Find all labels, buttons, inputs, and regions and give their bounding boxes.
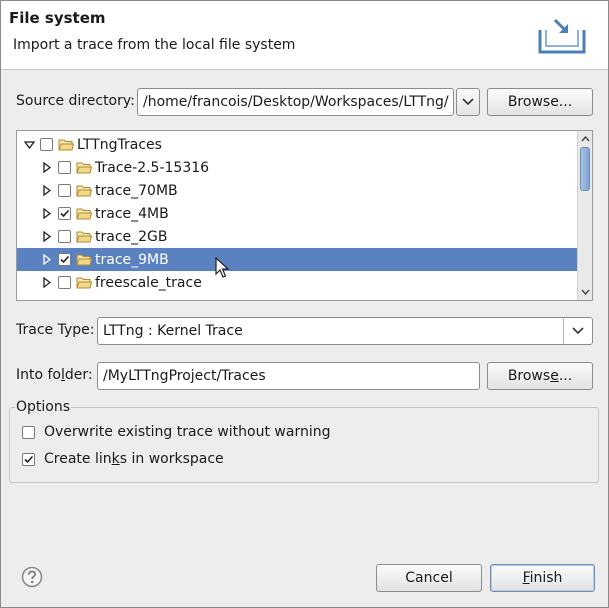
tree-scrollbar[interactable] [577,131,592,300]
scroll-down-icon[interactable] [578,285,592,299]
tree-item-label: freescale_trace [95,274,202,291]
trace-type-dropdown[interactable] [563,318,592,344]
folder-icon [76,230,93,243]
tree-item[interactable]: trace_4MB [17,202,577,225]
create-links-checkbox[interactable] [22,452,35,466]
tree-item-label: LTTngTraces [77,136,162,153]
folder-icon [58,138,75,151]
tree-item[interactable]: trace_2GB [17,225,577,248]
folder-browse-button[interactable]: Browse... [487,362,593,390]
help-icon[interactable] [21,566,43,588]
folder-icon [76,184,93,197]
options-title: Options [15,399,72,415]
tree-item-checkbox[interactable] [58,184,71,197]
create-links-label: Create links in workspace [44,451,224,467]
tree-item[interactable]: Trace-2.5-15316 [17,156,577,179]
trace-tree[interactable]: LTTngTraces Trace-2.5-15316 trace_70MBtrac… [16,130,593,301]
trace-type-value: LTTng : Kernel Trace [103,323,243,339]
scrollbar-thumb[interactable] [580,147,590,191]
tree-item-checkbox[interactable] [58,207,71,220]
overwrite-label: Overwrite existing trace without warning [44,424,331,440]
collapsed-arrow-icon[interactable] [41,208,53,220]
finish-label: Finish [522,570,563,586]
tree-item-checkbox[interactable] [58,161,71,174]
scroll-up-icon[interactable] [578,132,592,146]
tree-item-label: trace_70MB [95,182,178,199]
tree-item-label: Trace-2.5-15316 [95,159,210,176]
cancel-button[interactable]: Cancel [376,564,482,592]
into-folder-input[interactable]: /MyLTTngProject/Traces [97,362,480,390]
source-directory-input[interactable]: /home/francois/Desktop/Workspaces/LTTng/ [137,88,454,116]
trace-type-label: Trace Type: [16,322,95,338]
wizard-header: File system Import a trace from the loca… [1,1,608,70]
tree-item[interactable]: trace_9MB [17,248,577,271]
trace-type-select[interactable]: LTTng : Kernel Trace [97,317,593,345]
chevron-down-icon [462,98,474,106]
create-links-option[interactable]: Create links in workspace [22,451,224,467]
page-title: File system [9,9,106,27]
tree-item-label: trace_2GB [95,228,168,245]
tree-item-checkbox[interactable] [58,230,71,243]
collapsed-arrow-icon[interactable] [41,254,53,266]
collapsed-arrow-icon[interactable] [41,277,53,289]
chevron-down-icon [572,327,584,335]
cancel-label: Cancel [405,570,453,586]
collapsed-arrow-icon[interactable] [41,185,53,197]
source-directory-label: Source directory: [16,93,135,109]
folder-browse-label: Browse... [507,368,573,384]
source-browse-button[interactable]: Browse... [487,88,593,116]
finish-button[interactable]: Finish [490,564,595,592]
collapsed-arrow-icon[interactable] [41,231,53,243]
tree-item-label: trace_4MB [95,205,169,222]
tree-item[interactable]: freescale_trace [17,271,577,294]
tree-item[interactable]: trace_70MB [17,179,577,202]
folder-icon [76,161,93,174]
tree-item-checkbox[interactable] [58,276,71,289]
import-icon [538,18,586,54]
folder-icon [76,253,93,266]
into-folder-label: Into folder: [16,367,93,383]
source-directory-dropdown[interactable] [456,88,480,116]
source-directory-value: /home/francois/Desktop/Workspaces/LTTng/ [143,94,449,110]
options-group [9,407,599,483]
tree-item-checkbox[interactable] [40,138,53,151]
expanded-arrow-icon[interactable] [23,139,35,151]
collapsed-arrow-icon[interactable] [41,162,53,174]
overwrite-checkbox[interactable] [22,425,35,439]
tree-item-label: trace_9MB [95,251,169,268]
tree-item[interactable]: LTTngTraces [17,133,577,156]
folder-icon [76,207,93,220]
page-description: Import a trace from the local file syste… [13,37,296,53]
tree-item-checkbox[interactable] [58,253,71,266]
mouse-cursor-icon [215,257,229,278]
folder-icon [76,276,93,289]
into-folder-value: /MyLTTngProject/Traces [103,368,266,384]
source-browse-label: Browse... [507,94,573,110]
overwrite-option[interactable]: Overwrite existing trace without warning [22,424,330,440]
